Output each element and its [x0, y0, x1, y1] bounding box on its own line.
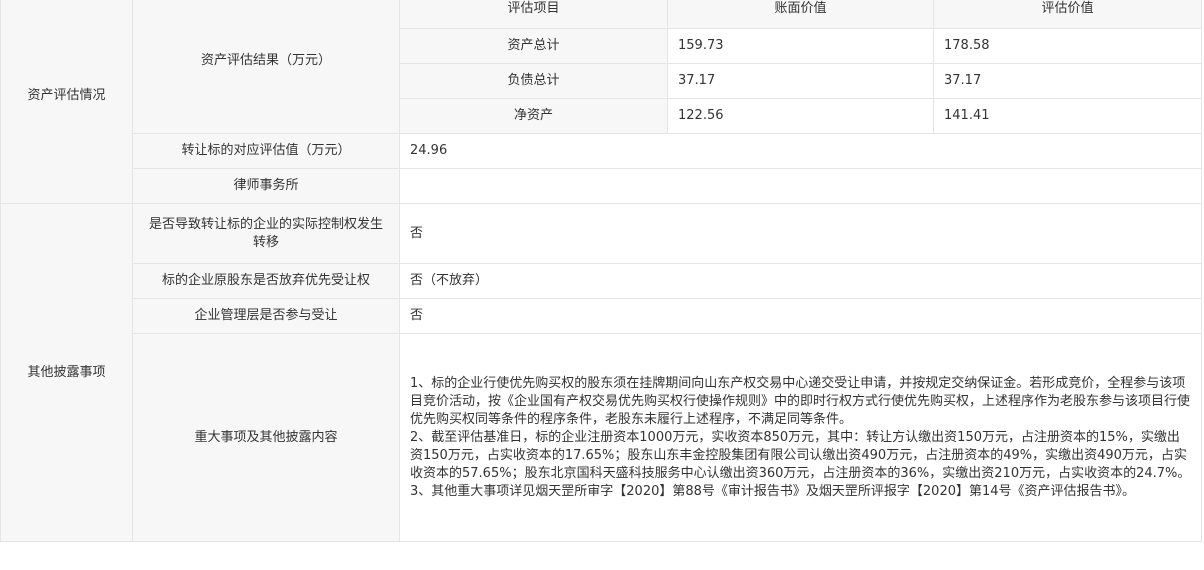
major-item-3: 3、其他重大事项详见烟天罡所审字【2020】第88号《审计报告书》及烟天罡所评报… [410, 483, 1136, 499]
column-header-book-value: 账面价值 [667, 0, 934, 29]
evaluated-value-total-assets: 178.58 [933, 28, 1202, 64]
law-firm-label: 律师事务所 [132, 168, 400, 204]
asset-evaluation-group-label: 资产评估情况 [0, 0, 133, 204]
table-row: 重大事项及其他披露内容 1、标的企业行使优先购买权的股东须在挂牌期间向山东产权交… [1, 333, 1202, 542]
law-firm-value [399, 168, 1202, 204]
target-value-label: 转让标的对应评估值（万元） [132, 133, 400, 169]
major-item-1: 1、标的企业行使优先购买权的股东须在挂牌期间向山东产权交易中心递交受让申请，并按… [410, 375, 1191, 427]
target-value: 24.96 [399, 133, 1202, 169]
table-row: 标的企业原股东是否放弃优先受让权 否（不放弃） [1, 263, 1202, 299]
table-row: 企业管理层是否参与受让 否 [1, 298, 1202, 334]
other-disclosure-group-label: 其他披露事项 [0, 203, 133, 542]
waiver-value: 否（不放弃） [399, 263, 1202, 299]
disclosure-table: 资产评估情况 资产评估结果（万元） 评估项目 账面价值 评估价值 资产总计 15… [0, 0, 1202, 542]
book-value-total-assets: 159.73 [667, 28, 934, 64]
waiver-label: 标的企业原股东是否放弃优先受让权 [132, 263, 400, 299]
row-item-net-assets: 净资产 [399, 98, 668, 134]
column-header-item: 评估项目 [399, 0, 668, 29]
major-items-content: 1、标的企业行使优先购买权的股东须在挂牌期间向山东产权交易中心递交受让申请，并按… [399, 333, 1202, 542]
evaluated-value-net-assets: 141.41 [933, 98, 1202, 134]
book-value-total-liabilities: 37.17 [667, 63, 934, 99]
table-row: 转让标的对应评估值（万元） 24.96 [1, 133, 1202, 169]
table-row: 其他披露事项 是否导致转让标的企业的实际控制权发生转移 否 [0, 203, 1202, 542]
management-value: 否 [399, 298, 1202, 334]
row-item-total-liabilities: 负债总计 [399, 63, 668, 99]
major-items-label: 重大事项及其他披露内容 [132, 333, 400, 542]
control-transfer-value: 否 [399, 203, 1202, 264]
asset-evaluation-result-label: 资产评估结果（万元） [132, 0, 400, 134]
management-label: 企业管理层是否参与受让 [132, 298, 400, 334]
book-value-net-assets: 122.56 [667, 98, 934, 134]
major-item-2: 2、截至评估基准日，标的企业注册资本1000万元，实收资本850万元，其中：转让… [410, 429, 1191, 481]
table-row: 律师事务所 [1, 168, 1202, 204]
row-item-total-assets: 资产总计 [399, 28, 668, 64]
column-header-evaluated-value: 评估价值 [933, 0, 1202, 29]
table-row: 资产评估情况 资产评估结果（万元） 评估项目 账面价值 评估价值 [0, 0, 1202, 204]
evaluated-value-total-liabilities: 37.17 [933, 63, 1202, 99]
control-transfer-label: 是否导致转让标的企业的实际控制权发生转移 [132, 203, 400, 264]
